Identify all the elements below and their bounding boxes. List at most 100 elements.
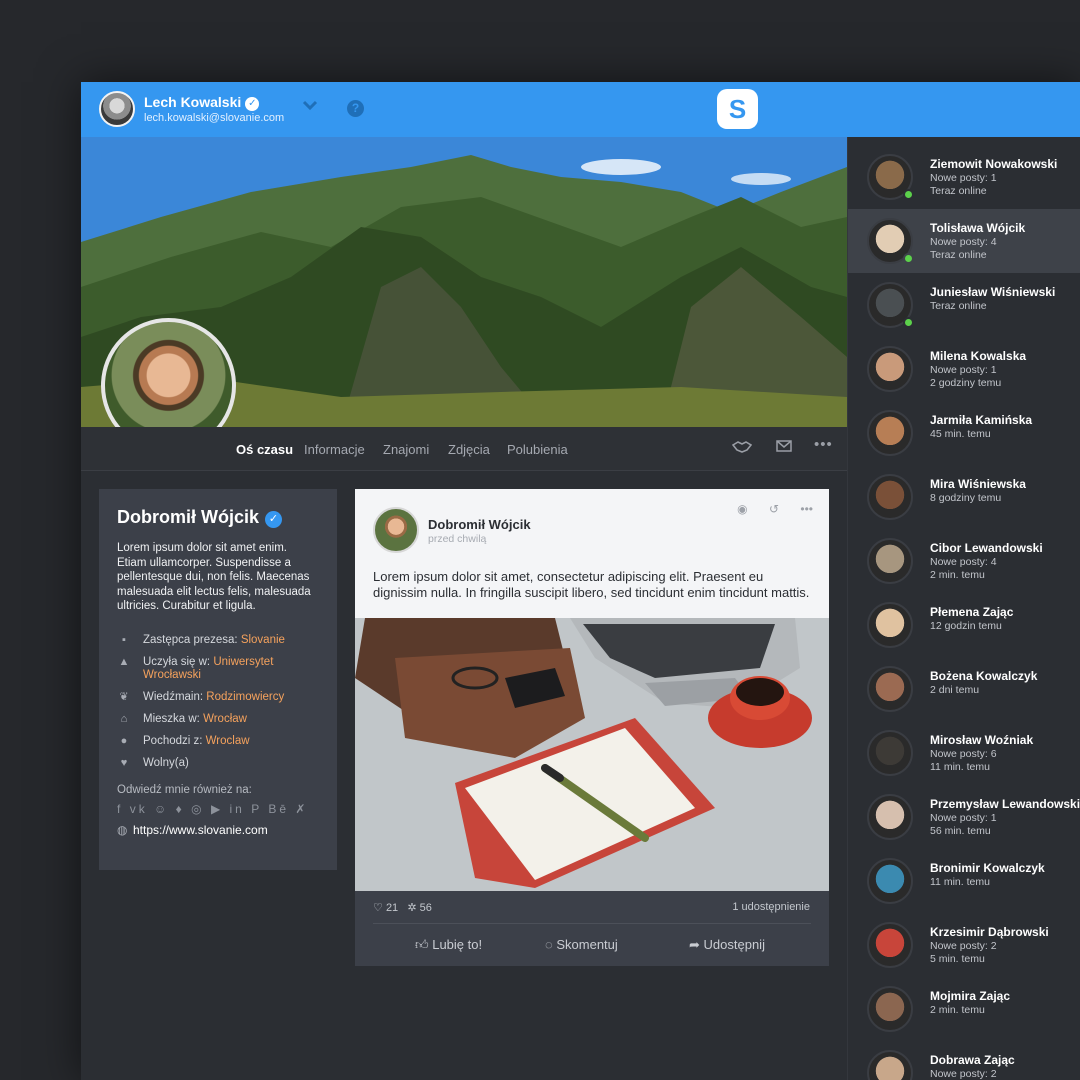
verified-icon: ✓: [245, 97, 260, 111]
current-user-avatar[interactable]: [99, 91, 135, 127]
mail-icon[interactable]: [776, 439, 792, 457]
friend-list-item[interactable]: Bożena Kowalczyk 2 dni temu: [848, 657, 1080, 721]
comment-button[interactable]: ◌ Skomentuj: [545, 937, 618, 952]
friend-list-item[interactable]: Cibor Lewandowski Nowe posty: 42 min. tem…: [848, 529, 1080, 593]
behance-icon[interactable]: Bē: [268, 802, 289, 816]
post-stats: ♡ 21 ✲ 56: [373, 901, 432, 914]
tab-info[interactable]: Informacje: [304, 442, 365, 457]
friend-list-item[interactable]: Jarmiła Kamińska 45 min. temu: [848, 401, 1080, 465]
online-status-icon: [903, 253, 914, 264]
friend-name: Milena Kowalska: [930, 349, 1027, 363]
post-author-avatar[interactable]: [373, 507, 419, 553]
tab-photos[interactable]: Zdjęcia: [448, 442, 490, 457]
like-count[interactable]: 21: [386, 902, 398, 914]
friend-avatar: [867, 730, 913, 776]
friend-name: Cibor Lewandowski: [930, 541, 1043, 555]
friend-status-line: Nowe posty: 2: [930, 940, 997, 952]
friend-name: Krzesimir Dąbrowski: [930, 925, 1049, 939]
more-icon[interactable]: •••: [800, 502, 813, 516]
friend-name: Mirosław Woźniak: [930, 733, 1034, 747]
top-bar: Lech Kowalski ✓ lech.kowalski@slovanie.co…: [81, 82, 1080, 137]
friend-list-item[interactable]: Juniesław Wiśniewski Teraz online: [848, 273, 1080, 337]
reaction-count[interactable]: 56: [420, 902, 432, 914]
thumbs-up-icon: 👍︎: [415, 937, 429, 952]
friend-avatar: [867, 538, 913, 584]
friend-name: Płemena Zając: [930, 605, 1014, 619]
facebook-icon[interactable]: f: [117, 802, 123, 816]
info-label: Zastępca prezesa:: [143, 633, 238, 646]
friend-name: Przemysław Lewandowski: [930, 797, 1080, 811]
friend-name: Dobrawa Zając: [930, 1053, 1015, 1067]
current-user-name-row[interactable]: Lech Kowalski ✓: [144, 94, 260, 111]
friend-status-line: Nowe posty: 4: [930, 556, 997, 568]
tab-likes[interactable]: Polubienia: [507, 442, 568, 457]
history-icon[interactable]: ↺: [769, 502, 779, 516]
friend-status-line: 2 min. temu: [930, 1004, 985, 1016]
snapchat-icon[interactable]: ☺: [154, 802, 169, 816]
post-header: Dobromił Wójcik przed chwilą ◉ ↺ ••• Lor…: [355, 489, 829, 618]
tab-timeline[interactable]: Oś czasu: [236, 442, 293, 457]
website-link[interactable]: https://www.slovanie.com: [133, 823, 268, 837]
friend-list-item[interactable]: Mirosław Woźniak Nowe posty: 6 11 min. tem…: [848, 721, 1080, 785]
twitter-icon[interactable]: ♦: [176, 802, 185, 816]
online-status-icon: [903, 317, 914, 328]
more-icon[interactable]: •••: [814, 436, 833, 453]
post-timestamp: przed chwilą: [428, 533, 487, 545]
info-label: Uczyła się w:: [143, 655, 211, 668]
post-image[interactable]: [355, 618, 829, 891]
briefcase-icon: ▪: [122, 633, 126, 646]
eye-icon[interactable]: ◉: [737, 502, 747, 516]
friend-list-item[interactable]: Dobrawa Zając Nowe posty: 2: [848, 1041, 1080, 1080]
vk-icon[interactable]: vk: [130, 802, 148, 816]
friend-status-line: Nowe posty: 1: [930, 172, 997, 184]
friend-list-item[interactable]: Krzesimir Dąbrowski Nowe posty: 25 min. t…: [848, 913, 1080, 977]
linkedin-icon[interactable]: in: [230, 802, 245, 816]
friend-list-item[interactable]: Przemysław Lewandowski Nowe posty: 1 56 mi…: [848, 785, 1080, 849]
friend-list-item[interactable]: Bronimir Kowalczyk 11 min. temu: [848, 849, 1080, 913]
friend-list-item[interactable]: Ziemowit Nowakowski Nowe posty: 1 Teraz on…: [848, 145, 1080, 209]
friend-list-item[interactable]: Milena Kowalska Nowe posty: 12 godziny te…: [848, 337, 1080, 401]
pinterest-icon[interactable]: P: [251, 802, 262, 816]
post-header-actions: ◉ ↺ •••: [719, 502, 813, 516]
friend-status-line: 11 min. temu: [930, 876, 990, 888]
app-logo[interactable]: S: [717, 89, 758, 129]
info-label: Mieszka w:: [143, 712, 200, 725]
chevron-down-icon[interactable]: [301, 96, 319, 119]
friend-status-line: 56 min. temu: [930, 825, 991, 837]
info-link[interactable]: Wrocław: [203, 713, 247, 725]
info-link[interactable]: Slovanie: [241, 634, 285, 646]
tab-friends[interactable]: Znajomi: [383, 442, 429, 457]
friend-name: Jarmiła Kamińska: [930, 413, 1033, 427]
online-status-icon: [903, 189, 914, 200]
friends-sidebar: Ziemowit Nowakowski Nowe posty: 1 Teraz on…: [847, 137, 1080, 1080]
info-education: ▲ Uczyła się w: Uniwersytet Wrocławski: [117, 656, 319, 682]
instagram-icon[interactable]: ◎: [191, 802, 204, 816]
current-user-name: Lech Kowalski: [144, 94, 242, 110]
info-from: ● Pochodzi z: Wroclaw: [117, 735, 319, 748]
friend-avatar: [867, 1050, 913, 1080]
help-icon[interactable]: ?: [347, 100, 364, 117]
heart-icon: ♥: [120, 756, 128, 769]
info-link[interactable]: Wroclaw: [206, 735, 250, 747]
friend-list-item[interactable]: Mira Wiśniewska 8 godziny temu: [848, 465, 1080, 529]
comment-icon: ◌: [545, 937, 553, 952]
social-links: f vk ☺ ♦ ◎ ▶ in P Bē ✗: [117, 802, 319, 816]
share-button[interactable]: ➦ Udostępnij: [689, 937, 765, 953]
xing-icon[interactable]: ✗: [295, 802, 308, 816]
like-button-label: Lubię to!: [432, 937, 483, 952]
friend-list-item[interactable]: Mojmira Zając 2 min. temu: [848, 977, 1080, 1041]
info-link[interactable]: Rodzimowiercy: [206, 691, 284, 703]
info-religion: ❦ Wiedźmain: Rodzimowiercy: [117, 691, 319, 704]
profile-tabs: Oś czasu Informacje Znajomi Zdjęcia Polu…: [81, 427, 847, 471]
like-button[interactable]: 👍︎ Lubię to!: [415, 937, 482, 953]
reaction-icon: ✲: [407, 902, 417, 914]
friend-status-line: Nowe posty: 6: [930, 748, 997, 760]
handshake-icon[interactable]: [731, 439, 753, 459]
info-job: ▪ Zastępca prezesa: Slovanie: [117, 634, 319, 647]
share-count[interactable]: 1 udostępnienie: [732, 901, 810, 913]
post-author-name[interactable]: Dobromił Wójcik: [428, 517, 531, 532]
friend-avatar: [867, 666, 913, 712]
youtube-icon[interactable]: ▶: [211, 802, 223, 816]
friend-list-item[interactable]: Tolisława Wójcik Nowe posty: 4 Teraz onlin…: [848, 209, 1080, 273]
friend-list-item[interactable]: Płemena Zając 12 godzin temu: [848, 593, 1080, 657]
